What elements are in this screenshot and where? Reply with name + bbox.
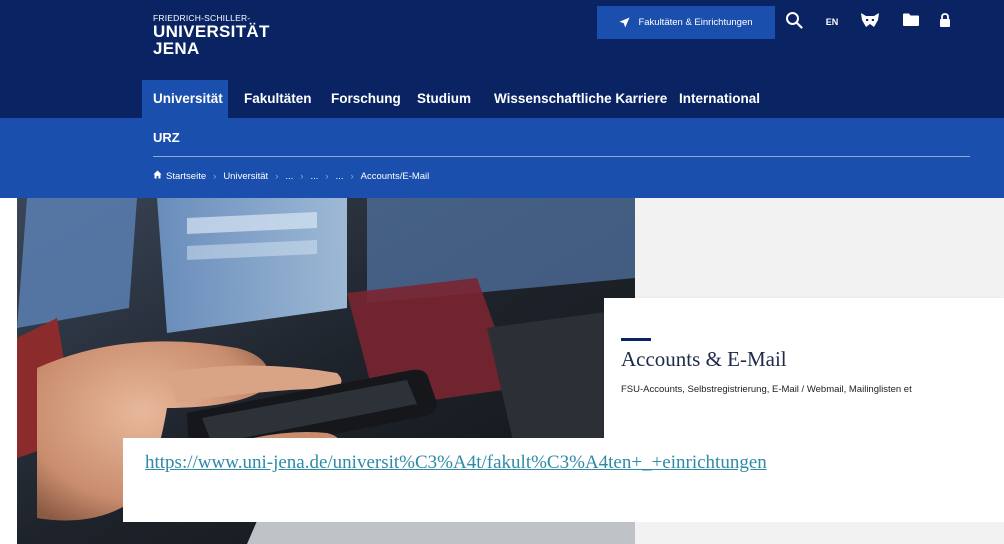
nav-item-forschung[interactable]: Forschung (331, 80, 401, 118)
title-accent-line (621, 338, 651, 341)
page-description: FSU-Accounts, Selbstregistrierung, E-Mai… (621, 384, 912, 395)
section-divider (153, 156, 970, 157)
faculties-institutions-label: Fakultäten & Einrichtungen (638, 17, 753, 28)
section-title[interactable]: URZ (153, 130, 180, 145)
breadcrumb-separator: › (275, 170, 279, 182)
breadcrumb-separator: › (213, 170, 217, 182)
language-switch[interactable]: EN (820, 10, 844, 34)
breadcrumb-item[interactable]: ... (285, 171, 293, 182)
nav-item-fakultaeten[interactable]: Fakultäten (244, 80, 312, 118)
breadcrumb: Startseite › Universität › ... › ... › .… (153, 170, 429, 182)
breadcrumb-separator: › (325, 170, 329, 182)
url-overlay: https://www.uni-jena.de/universit%C3%A4t… (123, 438, 1004, 522)
wolf-button[interactable] (858, 10, 882, 34)
page: FRIEDRICH-SCHILLER- UNIVERSITÄT JENA Fak… (0, 0, 1004, 544)
breadcrumb-home[interactable]: Startseite (166, 171, 206, 182)
search-icon (785, 11, 803, 34)
breadcrumb-separator: › (350, 170, 354, 182)
faculties-institutions-button[interactable]: Fakultäten & Einrichtungen (597, 6, 775, 39)
nav-item-studium[interactable]: Studium (417, 80, 471, 118)
url-link[interactable]: https://www.uni-jena.de/universit%C3%A4t… (145, 452, 767, 474)
page-title: Accounts & E-Mail (621, 347, 787, 371)
nav-item-international[interactable]: International (679, 80, 760, 118)
nav-item-wissenschaftliche-karriere[interactable]: Wissenschaftliche Karriere (494, 80, 667, 118)
section-bar: URZ Startseite › Universität › ... › ...… (0, 118, 1004, 198)
logo-line-2: UNIVERSITÄT (153, 22, 270, 41)
search-button[interactable] (783, 10, 805, 34)
university-logo[interactable]: FRIEDRICH-SCHILLER- UNIVERSITÄT JENA (153, 13, 270, 57)
logo-line-3: JENA (153, 39, 200, 58)
home-icon (153, 170, 162, 182)
nav-item-universitaet[interactable]: Universität (153, 80, 223, 118)
location-arrow-icon (619, 17, 630, 28)
breadcrumb-item[interactable]: ... (310, 171, 318, 182)
breadcrumb-item[interactable]: ... (336, 171, 344, 182)
folder-icon (903, 13, 919, 31)
header: FRIEDRICH-SCHILLER- UNIVERSITÄT JENA Fak… (0, 0, 1004, 80)
login-button[interactable] (936, 10, 954, 34)
breadcrumb-separator: › (300, 170, 304, 182)
main-navigation: Universität Fakultäten Forschung Studium… (0, 80, 1004, 118)
lock-icon (939, 12, 951, 32)
page-teaser-card: Accounts & E-Mail FSU-Accounts, Selbstre… (604, 298, 1004, 439)
breadcrumb-item[interactable]: Universität (223, 171, 268, 182)
wolf-icon (860, 12, 880, 33)
folder-button[interactable] (900, 10, 922, 34)
breadcrumb-current: Accounts/E-Mail (360, 170, 430, 182)
